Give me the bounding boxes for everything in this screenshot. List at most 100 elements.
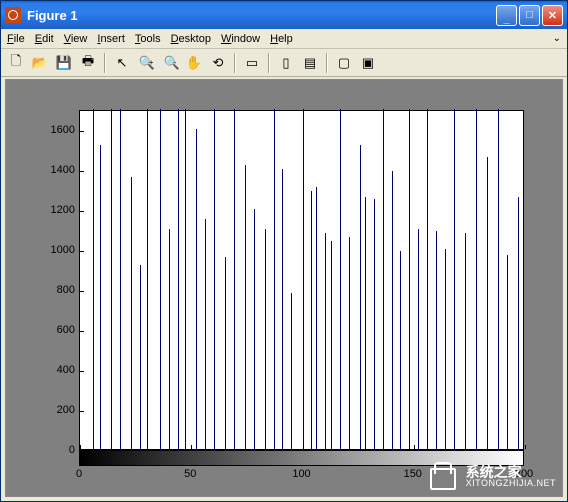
stem: [360, 145, 361, 449]
menu-insert[interactable]: Insert: [97, 33, 125, 45]
stem: [487, 157, 488, 449]
stem: [383, 109, 384, 449]
stem: [518, 197, 519, 449]
matlab-figure-icon: [5, 7, 21, 23]
stem: [427, 109, 428, 449]
window-buttons: _ □ ✕: [496, 5, 563, 26]
menu-bar: File Edit View Insert Tools Desktop Wind…: [1, 29, 567, 49]
stem: [311, 191, 312, 449]
y-tick-label: 200: [45, 404, 75, 416]
window-title: Figure 1: [27, 8, 496, 23]
show-plot-tools-button[interactable]: ▣: [357, 52, 379, 74]
menu-window[interactable]: Window: [221, 33, 260, 45]
stem: [303, 109, 304, 449]
lock-icon: [426, 462, 460, 490]
stem: [325, 233, 326, 449]
watermark: 系统之家 XITONGZHIJIA.NET: [426, 462, 556, 490]
hide-plot-tools-button[interactable]: ▢: [333, 52, 355, 74]
open-button[interactable]: 📂: [29, 52, 51, 74]
toolbar-separator: [326, 53, 328, 73]
new-figure-button[interactable]: 🗋: [5, 52, 27, 74]
stem: [214, 109, 215, 449]
stem: [282, 169, 283, 449]
stem: [400, 251, 401, 449]
stem: [265, 229, 266, 449]
stem: [147, 109, 148, 449]
axes[interactable]: [79, 110, 524, 450]
x-tick-label: 100: [292, 468, 310, 480]
watermark-text-en: XITONGZHIJIA.NET: [466, 479, 556, 488]
stem: [392, 171, 393, 449]
data-cursor-button[interactable]: ▭: [241, 52, 263, 74]
y-tick-label: 600: [45, 324, 75, 336]
pan-button[interactable]: ✋: [183, 52, 205, 74]
stem: [234, 109, 235, 449]
stem: [245, 165, 246, 449]
stem: [374, 199, 375, 449]
stem: [274, 109, 275, 449]
stem: [225, 257, 226, 449]
zoom-out-button[interactable]: 🔍-: [159, 52, 181, 74]
menu-desktop[interactable]: Desktop: [171, 33, 211, 45]
figure-canvas[interactable]: 系统之家 XITONGZHIJIA.NET 020040060080010001…: [5, 79, 563, 497]
y-tick-label: 400: [45, 364, 75, 376]
y-tick-label: 0: [45, 444, 75, 456]
stem: [196, 129, 197, 449]
maximize-button[interactable]: □: [519, 5, 540, 26]
stem: [476, 109, 477, 449]
stem: [498, 109, 499, 449]
stem: [365, 197, 366, 449]
save-button[interactable]: 💾: [53, 52, 75, 74]
menu-edit[interactable]: Edit: [35, 33, 54, 45]
stem: [93, 109, 94, 449]
stem: [331, 241, 332, 449]
rotate-3d-button[interactable]: ⟲: [207, 52, 229, 74]
stem: [316, 187, 317, 449]
stem: [120, 109, 121, 449]
menu-view[interactable]: View: [64, 33, 88, 45]
stem: [349, 237, 350, 449]
insert-legend-button[interactable]: ▤: [299, 52, 321, 74]
stem: [169, 229, 170, 449]
stem: [445, 249, 446, 449]
menu-file[interactable]: File: [7, 33, 25, 45]
stem: [140, 265, 141, 449]
y-tick-label: 1200: [45, 204, 75, 216]
close-button[interactable]: ✕: [542, 5, 563, 26]
x-tick-label: 50: [184, 468, 196, 480]
y-tick-label: 1400: [45, 164, 75, 176]
toolbar-separator: [104, 53, 106, 73]
x-tick-label: 0: [76, 468, 82, 480]
minimize-button[interactable]: _: [496, 5, 517, 26]
stem: [291, 293, 292, 449]
menu-tools[interactable]: Tools: [135, 33, 161, 45]
stem: [436, 231, 437, 449]
stem: [507, 255, 508, 449]
y-tick-label: 1000: [45, 244, 75, 256]
stem: [178, 109, 179, 449]
y-tick-label: 1600: [45, 124, 75, 136]
stem: [131, 177, 132, 449]
stem: [160, 109, 161, 449]
print-button[interactable]: 🖶: [77, 52, 99, 74]
stem: [185, 109, 186, 449]
stem: [254, 209, 255, 449]
stem: [465, 233, 466, 449]
toolbar-separator: [268, 53, 270, 73]
stem: [340, 109, 341, 449]
title-bar[interactable]: Figure 1 _ □ ✕: [1, 1, 567, 29]
stem: [205, 219, 206, 449]
stem: [100, 145, 101, 449]
insert-colorbar-button[interactable]: ▯: [275, 52, 297, 74]
stem: [111, 109, 112, 449]
stem: [454, 109, 455, 449]
stem: [409, 109, 410, 449]
toolbar-separator: [234, 53, 236, 73]
zoom-in-button[interactable]: 🔍+: [135, 52, 157, 74]
toolbar: 🗋 📂 💾 🖶 ↖ 🔍+ 🔍- ✋ ⟲ ▭ ▯ ▤ ▢ ▣: [1, 49, 567, 77]
edit-plot-button[interactable]: ↖: [111, 52, 133, 74]
menu-overflow-icon[interactable]: ⌄: [553, 33, 561, 44]
stem: [418, 229, 419, 449]
menu-help[interactable]: Help: [270, 33, 293, 45]
figure-window: Figure 1 _ □ ✕ File Edit View Insert Too…: [0, 0, 568, 502]
